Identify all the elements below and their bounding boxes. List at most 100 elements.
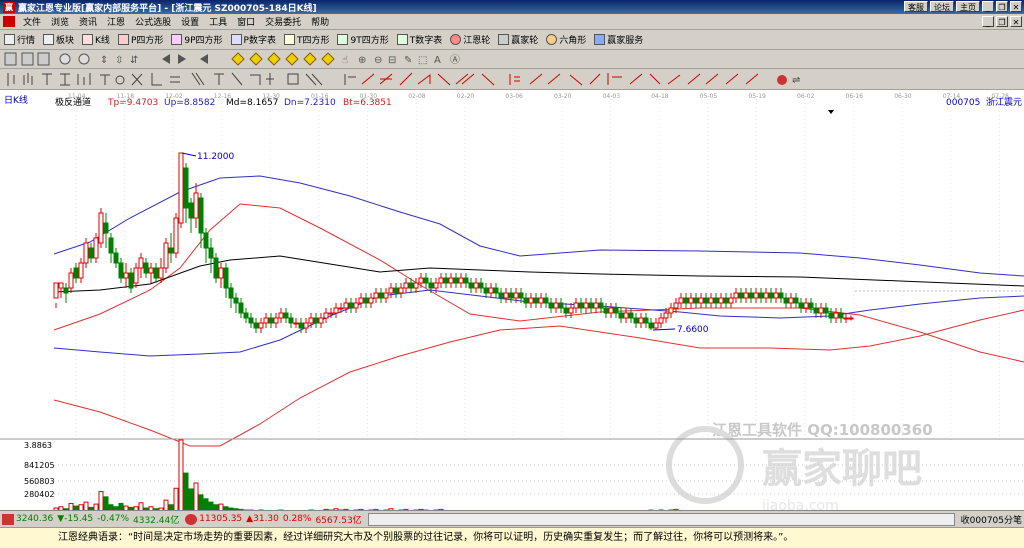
candle-body-up [658, 317, 664, 324]
tick-detail-label[interactable]: 收000705分笔 [959, 513, 1024, 526]
tool-9t-square[interactable]: 9T四方形 [333, 32, 392, 48]
p-table-icon [230, 34, 242, 45]
drawing-toolbar-icons[interactable]: ⇌ [0, 69, 1024, 90]
candle-body-down [283, 312, 289, 319]
date-tick: 06-16 [846, 93, 864, 100]
menu-trade[interactable]: 交易委托 [260, 15, 306, 28]
candle-body-up [653, 322, 659, 329]
candle-body-up [273, 317, 279, 324]
high-price-label: 11.2000 [197, 152, 234, 162]
candle-body-up [263, 317, 269, 324]
candle-body-down [578, 302, 584, 309]
doc-close-icon[interactable]: ✕ [1010, 16, 1022, 27]
sz-index[interactable]: 11305.35 [197, 514, 244, 524]
candle-body-up [388, 287, 394, 294]
homepage-button[interactable]: 主页 [956, 1, 980, 12]
date-tick: 05-05 [700, 93, 718, 100]
close-icon[interactable]: ✕ [1010, 1, 1022, 12]
candle-body-down [508, 292, 514, 299]
date-tick: 01-30 [360, 93, 378, 100]
candle-body-down [838, 312, 844, 319]
candle-body-up [833, 312, 839, 319]
candle-body-up [218, 267, 224, 279]
kline-chart[interactable]: 江恩工具软件 QQ:100800360赢家聊吧jiaoba.com日K线 极反通道… [0, 90, 1024, 510]
tool-hexagon[interactable]: 六角形 [542, 32, 590, 48]
menu-file[interactable]: 文件 [18, 15, 46, 28]
menu-settings[interactable]: 设置 [176, 15, 204, 28]
candle-body-down [713, 297, 719, 304]
candle-body-up [318, 317, 324, 324]
candle-body-down [453, 277, 459, 284]
menu-window[interactable]: 窗口 [232, 15, 260, 28]
p-square-icon [117, 34, 129, 45]
volume-bar-down [183, 472, 189, 510]
candle-body-up [123, 272, 129, 279]
candle-body-down [483, 287, 489, 294]
candle-body-down [493, 287, 499, 294]
svg-text:⇳: ⇳ [115, 55, 123, 66]
svg-text:A: A [434, 55, 441, 66]
menu-formula[interactable]: 公式选股 [130, 15, 176, 28]
menu-tools[interactable]: 工具 [204, 15, 232, 28]
menu-help[interactable]: 帮助 [306, 15, 334, 28]
candle-body-down [543, 297, 549, 304]
candle-body-down [618, 312, 624, 319]
date-tick: 04-03 [603, 93, 621, 100]
app-icon: 赢 [3, 1, 15, 13]
candle-body-up [528, 297, 534, 304]
tool-winner-wheel[interactable]: 赢家轮 [494, 32, 542, 48]
doc-minimize-icon[interactable]: _ [982, 16, 994, 27]
tool-t-square[interactable]: T四方形 [280, 32, 334, 48]
sz-pct: 0.28% [282, 514, 312, 524]
watermark-logo-text: 赢家聊吧 [762, 446, 922, 492]
date-tick: 11-18 [117, 93, 135, 100]
restore-icon[interactable]: ❐ [996, 1, 1008, 12]
candle-body-down [113, 252, 119, 264]
tool-sector[interactable]: 板块 [39, 32, 78, 48]
menu-browse[interactable]: 浏览 [46, 15, 74, 28]
candle-body-down [703, 297, 709, 304]
sh-index[interactable]: 3240.36 [14, 514, 55, 524]
tool-gann-wheel[interactable]: 江恩轮 [446, 32, 494, 48]
candle-body-up [678, 297, 684, 304]
candle-body-up [553, 302, 559, 309]
candle-body-up [718, 297, 724, 304]
doc-restore-icon[interactable]: ❐ [996, 16, 1008, 27]
volume-bar-down [103, 496, 109, 510]
svg-text:⊖: ⊖ [374, 55, 382, 66]
volume-bar-up [178, 439, 184, 510]
tool-p-table[interactable]: P数字表 [227, 32, 280, 48]
minimize-icon[interactable]: _ [982, 1, 994, 12]
candle-body-down [463, 277, 469, 284]
nav-toolbar-icons[interactable]: ⇕ ⇳ ⇵ ☝ ⊕ ⊖ ⊟ ✎ ⬚ A Ⓐ [0, 50, 1024, 69]
candle-body-down [498, 292, 504, 299]
service-button[interactable]: 客服 [904, 1, 928, 12]
candle-body-up [708, 297, 714, 304]
candle-body-down [563, 307, 569, 314]
date-tick: 06-30 [894, 93, 912, 100]
candle-body-down [248, 317, 254, 324]
candle-body-down [783, 297, 789, 304]
candle-body-up [848, 317, 854, 320]
candle-body-down [813, 307, 819, 314]
candle-body-down [738, 292, 744, 299]
tool-quote[interactable]: 行情 [0, 32, 39, 48]
forum-button[interactable]: 论坛 [930, 1, 954, 12]
candle-body-up [413, 282, 419, 289]
candle-body-up [513, 292, 519, 299]
menu-info[interactable]: 资讯 [74, 15, 102, 28]
candle-body-down [518, 292, 524, 299]
horizontal-scrollbar[interactable] [367, 512, 955, 526]
tool-t-table[interactable]: T数字表 [393, 32, 447, 48]
candle-body-up [98, 212, 104, 244]
candle-body-up [333, 307, 339, 314]
volume-bar-down [203, 498, 209, 510]
tool-p-square[interactable]: P四方形 [114, 32, 167, 48]
tool-9p-square[interactable]: 9P四方形 [167, 32, 226, 48]
menu-gann[interactable]: 江恩 [102, 15, 130, 28]
grid-icon [4, 34, 15, 45]
tool-kline[interactable]: K线 [78, 32, 114, 48]
tool-service[interactable]: 赢家服务 [590, 32, 647, 48]
candle-body-down [798, 302, 804, 309]
candle-body-down [73, 267, 79, 279]
